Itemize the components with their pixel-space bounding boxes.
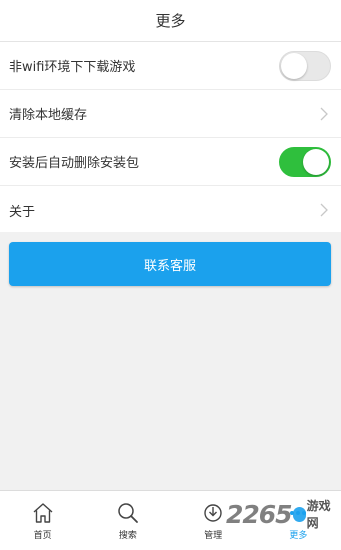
chevron-right-icon — [317, 107, 331, 121]
setting-row-wifi-download[interactable]: 非wifi环境下下载游戏 — [0, 42, 341, 90]
setting-label: 关于 — [9, 204, 36, 220]
nav-label: 更多 — [289, 530, 308, 541]
contact-support-button[interactable]: 联系客服 — [9, 242, 331, 286]
wifi-download-toggle[interactable] — [279, 50, 331, 81]
nav-item-home[interactable]: 首页 — [0, 491, 85, 550]
bottom-nav: 首页 搜索 管理 更多 — [0, 490, 341, 550]
setting-row-auto-delete[interactable]: 安装后自动删除安装包 — [0, 138, 341, 186]
toggle-knob — [281, 52, 307, 79]
nav-item-search[interactable]: 搜索 — [85, 491, 170, 550]
setting-row-clear-cache[interactable]: 清除本地缓存 — [0, 90, 341, 138]
page-title: 更多 — [155, 12, 186, 30]
title-bar: 更多 — [0, 0, 341, 42]
toggle-knob — [303, 148, 329, 175]
nav-item-more[interactable]: 更多 — [256, 491, 341, 550]
nav-label: 搜索 — [118, 530, 137, 541]
nav-label: 管理 — [204, 530, 223, 541]
nav-label: 首页 — [33, 530, 52, 541]
nav-item-manage[interactable]: 管理 — [171, 491, 256, 550]
settings-list: 非wifi环境下下载游戏 清除本地缓存 安装后自动删除安装包 关于 — [0, 42, 341, 234]
more-icon — [290, 510, 307, 515]
setting-label: 清除本地缓存 — [9, 108, 88, 123]
setting-row-about[interactable]: 关于 — [0, 186, 341, 234]
auto-delete-toggle[interactable] — [279, 146, 331, 177]
setting-label: 安装后自动删除安装包 — [9, 156, 140, 171]
search-icon — [118, 502, 138, 523]
setting-label: 非wifi环境下下载游戏 — [9, 60, 136, 75]
home-icon — [33, 502, 53, 523]
manage-icon — [204, 503, 222, 522]
chevron-right-icon — [317, 203, 331, 217]
